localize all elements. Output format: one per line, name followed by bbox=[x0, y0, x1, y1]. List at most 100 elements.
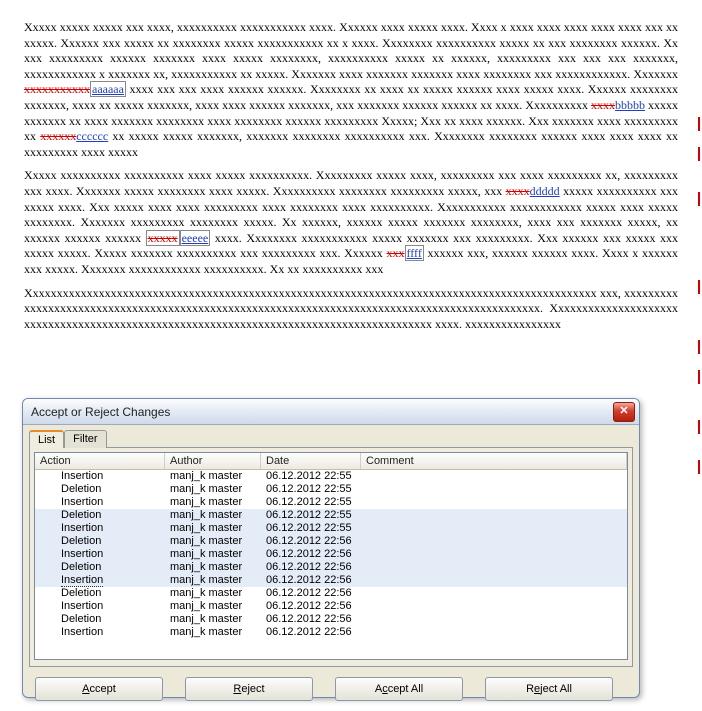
table-row[interactable]: Deletionmanj_k master06.12.2012 22:56 bbox=[35, 613, 627, 626]
table-row[interactable]: Insertionmanj_k master06.12.2012 22:56 bbox=[35, 548, 627, 561]
change-bar bbox=[698, 420, 700, 434]
cell-action: Insertion bbox=[35, 626, 165, 639]
cell-action: Insertion bbox=[35, 522, 165, 535]
inserted-text[interactable]: aaaaaa bbox=[90, 81, 126, 97]
cell-action: Insertion bbox=[35, 574, 165, 587]
deleted-text: xxxxxx bbox=[40, 129, 76, 143]
cell-action: Insertion bbox=[35, 548, 165, 561]
cell-comment bbox=[361, 548, 627, 561]
cell-action: Insertion bbox=[35, 470, 165, 483]
deleted-text: xxxxxxxxxxx bbox=[24, 82, 90, 96]
table-row[interactable]: Insertionmanj_k master06.12.2012 22:56 bbox=[35, 600, 627, 613]
change-bar bbox=[698, 147, 700, 161]
dialog-button-row: Accept Reject Accept All Reject All bbox=[23, 673, 639, 707]
deleted-text: xxxxx bbox=[146, 230, 180, 246]
cell-author: manj_k master bbox=[165, 522, 261, 535]
cell-date: 06.12.2012 22:56 bbox=[261, 535, 361, 548]
paragraph-3: Xxxxxxxxxxxxxxxxxxxxxxxxxxxxxxxxxxxxxxxx… bbox=[24, 286, 678, 333]
cell-comment bbox=[361, 600, 627, 613]
column-header-author[interactable]: Author bbox=[165, 453, 261, 469]
column-header-action[interactable]: Action bbox=[35, 453, 165, 469]
accept-all-button[interactable]: Accept All bbox=[335, 677, 463, 701]
dialog-title: Accept or Reject Changes bbox=[31, 405, 613, 419]
table-row[interactable]: Insertionmanj_k master06.12.2012 22:56 bbox=[35, 574, 627, 587]
cell-action: Deletion bbox=[35, 535, 165, 548]
tab-filter[interactable]: Filter bbox=[64, 430, 106, 448]
cell-author: manj_k master bbox=[165, 613, 261, 626]
paragraph-1: Xxxxx xxxxx xxxxx xxx xxxx, xxxxxxxxxx x… bbox=[24, 20, 678, 160]
cell-action: Deletion bbox=[35, 613, 165, 626]
cell-action: Deletion bbox=[35, 587, 165, 600]
body-text: Xxxxx xxxxx xxxxx xxx xxxx, xxxxxxxxxx x… bbox=[24, 20, 678, 81]
inserted-text[interactable]: eeeee bbox=[180, 230, 211, 246]
cell-author: manj_k master bbox=[165, 535, 261, 548]
inserted-text[interactable]: ffff bbox=[405, 245, 424, 261]
list-body[interactable]: Insertionmanj_k master06.12.2012 22:55De… bbox=[35, 470, 627, 659]
cell-author: manj_k master bbox=[165, 496, 261, 509]
cell-author: manj_k master bbox=[165, 626, 261, 639]
cell-date: 06.12.2012 22:55 bbox=[261, 509, 361, 522]
cell-comment bbox=[361, 561, 627, 574]
cell-comment bbox=[361, 587, 627, 600]
table-row[interactable]: Deletionmanj_k master06.12.2012 22:56 bbox=[35, 561, 627, 574]
cell-action: Insertion bbox=[35, 600, 165, 613]
cell-action: Deletion bbox=[35, 561, 165, 574]
cell-action: Deletion bbox=[35, 509, 165, 522]
reject-button[interactable]: Reject bbox=[185, 677, 313, 701]
table-row[interactable]: Deletionmanj_k master06.12.2012 22:55 bbox=[35, 509, 627, 522]
body-text: xx xxxxx xxxxx xxxxxxx, xxxxxxx xxxxxxxx… bbox=[24, 129, 678, 159]
cell-author: manj_k master bbox=[165, 600, 261, 613]
cell-author: manj_k master bbox=[165, 470, 261, 483]
table-row[interactable]: Deletionmanj_k master06.12.2012 22:56 bbox=[35, 535, 627, 548]
cell-date: 06.12.2012 22:55 bbox=[261, 522, 361, 535]
inserted-text[interactable]: ddddd bbox=[530, 184, 560, 198]
cell-comment bbox=[361, 613, 627, 626]
document-body: Xxxxx xxxxx xxxxx xxx xxxx, xxxxxxxxxx x… bbox=[0, 0, 702, 350]
cell-date: 06.12.2012 22:56 bbox=[261, 587, 361, 600]
change-bar bbox=[698, 370, 700, 384]
list-header: Action Author Date Comment bbox=[35, 453, 627, 470]
deleted-text: xxxx bbox=[506, 184, 530, 198]
reject-all-button[interactable]: Reject All bbox=[485, 677, 613, 701]
cell-author: manj_k master bbox=[165, 483, 261, 496]
cell-comment bbox=[361, 574, 627, 587]
cell-comment bbox=[361, 483, 627, 496]
inserted-text[interactable]: cccccc bbox=[76, 129, 108, 143]
paragraph-2: Xxxxx xxxxxxxxxx xxxxxxxxxx xxxx xxxxx x… bbox=[24, 168, 678, 277]
cell-date: 06.12.2012 22:56 bbox=[261, 613, 361, 626]
table-row[interactable]: Insertionmanj_k master06.12.2012 22:56 bbox=[35, 626, 627, 639]
tab-list[interactable]: List bbox=[29, 430, 64, 448]
inserted-text[interactable]: bbbbb bbox=[615, 98, 645, 112]
table-row[interactable]: Insertionmanj_k master06.12.2012 22:55 bbox=[35, 470, 627, 483]
cell-author: manj_k master bbox=[165, 548, 261, 561]
changes-list[interactable]: Action Author Date Comment Insertionmanj… bbox=[34, 452, 628, 660]
cell-author: manj_k master bbox=[165, 587, 261, 600]
dialog-titlebar[interactable]: Accept or Reject Changes ✕ bbox=[23, 399, 639, 425]
table-row[interactable]: Insertionmanj_k master06.12.2012 22:55 bbox=[35, 496, 627, 509]
cell-date: 06.12.2012 22:55 bbox=[261, 470, 361, 483]
cell-comment bbox=[361, 496, 627, 509]
deleted-text: xxx bbox=[387, 246, 405, 260]
cell-author: manj_k master bbox=[165, 574, 261, 587]
cell-author: manj_k master bbox=[165, 561, 261, 574]
column-header-date[interactable]: Date bbox=[261, 453, 361, 469]
tab-panel-list: Action Author Date Comment Insertionmanj… bbox=[29, 447, 633, 667]
table-row[interactable]: Deletionmanj_k master06.12.2012 22:56 bbox=[35, 587, 627, 600]
table-row[interactable]: Insertionmanj_k master06.12.2012 22:55 bbox=[35, 522, 627, 535]
cell-date: 06.12.2012 22:56 bbox=[261, 626, 361, 639]
cell-comment bbox=[361, 509, 627, 522]
column-header-comment[interactable]: Comment bbox=[361, 453, 627, 469]
change-bar bbox=[698, 460, 700, 474]
cell-comment bbox=[361, 535, 627, 548]
table-row[interactable]: Deletionmanj_k master06.12.2012 22:55 bbox=[35, 483, 627, 496]
change-bar bbox=[698, 280, 700, 294]
accept-button[interactable]: Accept bbox=[35, 677, 163, 701]
tab-bar: List Filter bbox=[29, 429, 633, 447]
change-bar bbox=[698, 192, 700, 206]
cell-comment bbox=[361, 626, 627, 639]
cell-date: 06.12.2012 22:56 bbox=[261, 600, 361, 613]
close-button[interactable]: ✕ bbox=[613, 402, 635, 422]
cell-date: 06.12.2012 22:56 bbox=[261, 574, 361, 587]
accept-reject-dialog: Accept or Reject Changes ✕ List Filter A… bbox=[22, 398, 640, 698]
cell-action: Insertion bbox=[35, 496, 165, 509]
